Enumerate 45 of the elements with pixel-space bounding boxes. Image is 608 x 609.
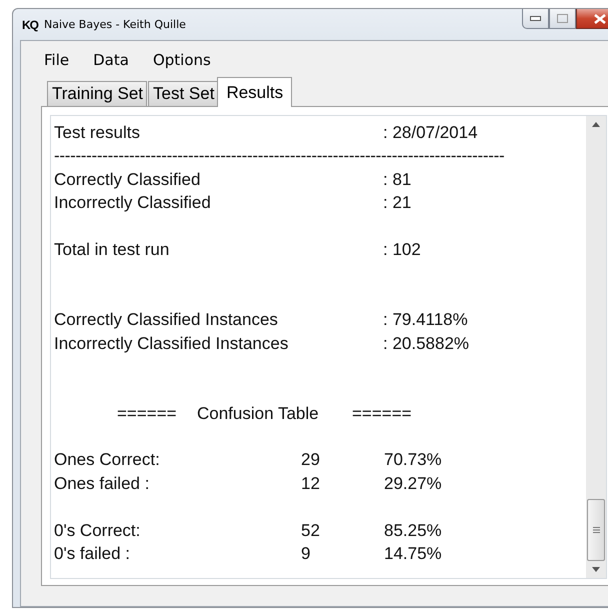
heading-decoration: ====== bbox=[352, 402, 412, 425]
result-percent: 14.75% bbox=[384, 543, 442, 566]
result-count: 12 bbox=[301, 472, 321, 495]
result-label: Total in test run bbox=[54, 238, 170, 261]
menu-item[interactable]: Options bbox=[152, 51, 211, 71]
menu-item[interactable]: Data bbox=[93, 51, 129, 71]
result-label: Test results bbox=[54, 122, 141, 144]
result-count: 52 bbox=[301, 520, 321, 542]
result-count: 9 bbox=[301, 543, 312, 566]
scrollbar[interactable] bbox=[586, 116, 606, 578]
result-percent: 85.25% bbox=[384, 520, 442, 542]
result-label: 0's failed : bbox=[54, 543, 132, 566]
result-value: : 20.5882% bbox=[383, 332, 470, 355]
tab[interactable]: Test Set bbox=[148, 81, 218, 106]
scroll-thumb[interactable] bbox=[587, 499, 605, 561]
dashed-separator: ------------------------------------------------------------------------------------ bbox=[54, 145, 504, 168]
result-label: Correctly Classified bbox=[54, 168, 202, 191]
result-label: Ones Correct: bbox=[54, 449, 161, 472]
result-count: 29 bbox=[301, 449, 321, 472]
scroll-down-icon[interactable] bbox=[592, 567, 600, 572]
result-label: 0's Correct: bbox=[54, 520, 142, 542]
result-percent: 29.27% bbox=[384, 472, 442, 495]
menu-item[interactable]: File bbox=[44, 51, 70, 71]
result-value: : 81 bbox=[383, 168, 412, 191]
result-value: : 21 bbox=[383, 192, 412, 214]
result-label: Incorrectly Classified bbox=[54, 192, 212, 214]
minimize-button[interactable] bbox=[522, 9, 549, 29]
result-value: : 102 bbox=[383, 238, 421, 261]
close-icon bbox=[594, 14, 606, 24]
app-logo: KQ bbox=[22, 18, 38, 32]
minimize-icon bbox=[530, 16, 541, 22]
scroll-up-icon[interactable] bbox=[592, 122, 600, 127]
tab[interactable]: Training Set bbox=[47, 81, 148, 106]
section-heading: Confusion Table bbox=[197, 402, 320, 425]
result-label: Incorrectly Classified Instances bbox=[54, 332, 290, 355]
result-value: : 28/07/2014 bbox=[383, 122, 478, 144]
result-label: Ones failed : bbox=[54, 472, 150, 495]
heading-decoration: ====== bbox=[117, 402, 178, 425]
grip-icon bbox=[592, 527, 600, 533]
result-label: Correctly Classified Instances bbox=[54, 309, 279, 332]
result-percent: 70.73% bbox=[384, 449, 442, 472]
window-title: Naive Bayes - Keith Quille bbox=[44, 18, 186, 31]
result-value: : 79.4118% bbox=[383, 309, 468, 332]
maximize-icon bbox=[557, 14, 568, 23]
tab[interactable]: Results bbox=[217, 77, 292, 107]
